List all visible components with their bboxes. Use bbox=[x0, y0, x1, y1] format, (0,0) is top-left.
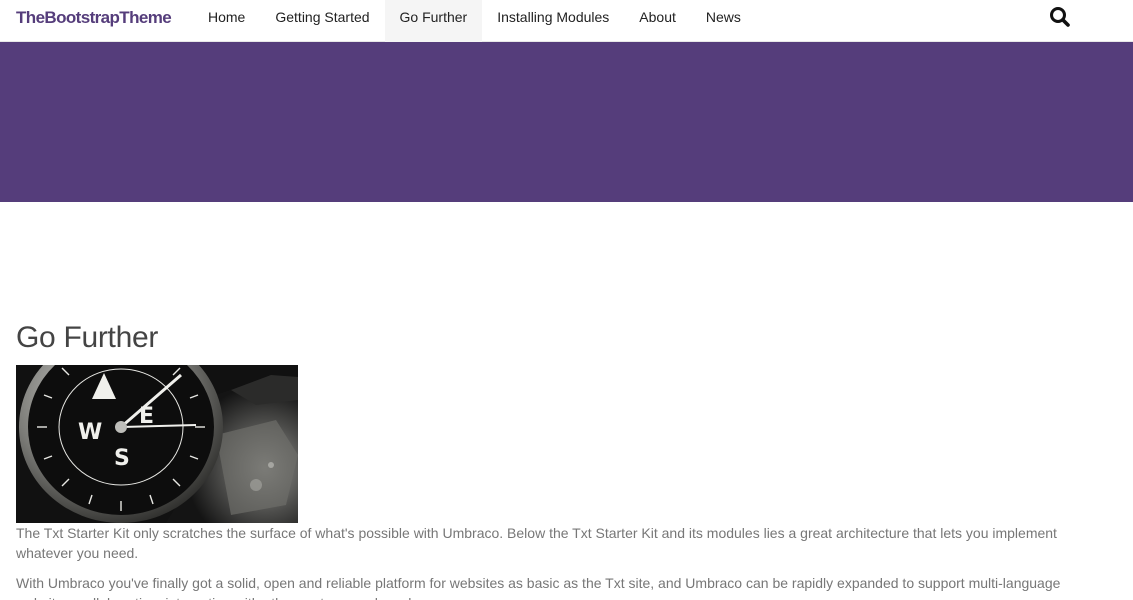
article-body: The Txt Starter Kit only scratches the s… bbox=[16, 523, 1086, 600]
top-navbar: TheBootstrapTheme Home Getting Started G… bbox=[0, 0, 1133, 42]
search-icon bbox=[1050, 7, 1070, 27]
brand-logo[interactable]: TheBootstrapTheme bbox=[16, 0, 172, 36]
article-paragraph: The Txt Starter Kit only scratches the s… bbox=[16, 525, 1057, 561]
nav-item-news[interactable]: News bbox=[691, 0, 756, 42]
nav-item-home[interactable]: Home bbox=[193, 0, 260, 42]
hero-banner bbox=[0, 42, 1133, 202]
svg-text:S: S bbox=[114, 446, 130, 471]
svg-text:W: W bbox=[78, 420, 102, 445]
page-title: Go Further bbox=[16, 321, 159, 354]
nav-item-go-further[interactable]: Go Further bbox=[384, 0, 483, 42]
nav-item-about[interactable]: About bbox=[624, 0, 691, 42]
nav-item-installing-modules[interactable]: Installing Modules bbox=[482, 0, 624, 42]
compass-photo: W E S bbox=[16, 365, 298, 523]
nav-item-getting-started[interactable]: Getting Started bbox=[260, 0, 384, 42]
main-nav: Home Getting Started Go Further Installi… bbox=[193, 0, 756, 42]
article-paragraph: With Umbraco you've finally got a solid,… bbox=[16, 575, 1061, 600]
search-button[interactable] bbox=[1049, 6, 1071, 28]
